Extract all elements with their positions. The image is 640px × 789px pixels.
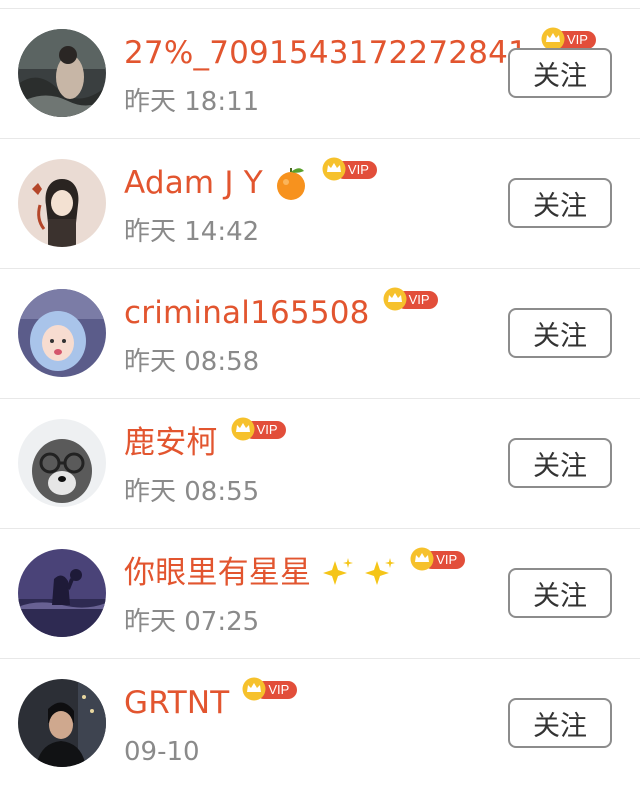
avatar[interactable] bbox=[18, 289, 106, 377]
vip-badge: VIP bbox=[321, 157, 379, 181]
avatar[interactable] bbox=[18, 679, 106, 767]
vip-badge: VIP bbox=[241, 677, 299, 701]
crown-icon bbox=[242, 677, 266, 701]
follow-button[interactable]: 关注 bbox=[508, 438, 612, 488]
timestamp: 昨天 18:11 bbox=[124, 87, 260, 117]
avatar[interactable] bbox=[18, 159, 106, 247]
crown-icon bbox=[231, 417, 255, 441]
timestamp: 昨天 08:58 bbox=[124, 347, 260, 377]
list-item[interactable]: Adam J Y VIP 昨天 14:42 关注 bbox=[0, 139, 640, 269]
follow-button[interactable]: 关注 bbox=[508, 48, 612, 98]
list-item[interactable]: GRTNT VIP 09-10 关注 bbox=[0, 659, 640, 789]
list-item[interactable]: 鹿安柯 VIP 昨天 08:55 关注 bbox=[0, 399, 640, 529]
avatar[interactable] bbox=[18, 419, 106, 507]
sparkles-emoji bbox=[321, 555, 397, 591]
crown-icon bbox=[410, 547, 434, 571]
timestamp: 昨天 07:25 bbox=[124, 607, 260, 637]
follow-button[interactable]: 关注 bbox=[508, 178, 612, 228]
list-item[interactable]: 你眼里有星星 VIP 昨天 07:25 关注 bbox=[0, 529, 640, 659]
avatar[interactable] bbox=[18, 549, 106, 637]
list-item[interactable]: 27%_7091543172272841 VIP 昨天 18:11 关注 bbox=[0, 9, 640, 139]
follow-button[interactable]: 关注 bbox=[508, 568, 612, 618]
vip-badge: VIP bbox=[230, 417, 288, 441]
follow-button[interactable]: 关注 bbox=[508, 698, 612, 748]
username[interactable]: 鹿安柯 bbox=[124, 421, 218, 465]
vip-badge: VIP bbox=[409, 547, 467, 571]
username[interactable]: Adam J Y bbox=[124, 161, 263, 205]
list-item[interactable]: criminal165508 VIP 昨天 08:58 关注 bbox=[0, 269, 640, 399]
timestamp: 09-10 bbox=[124, 737, 200, 767]
avatar[interactable] bbox=[18, 29, 106, 117]
crown-icon bbox=[383, 287, 407, 311]
timestamp: 昨天 14:42 bbox=[124, 217, 260, 247]
follower-list: 27%_7091543172272841 VIP 昨天 18:11 关注 Ada… bbox=[0, 9, 640, 789]
crown-icon bbox=[322, 157, 346, 181]
timestamp: 昨天 08:55 bbox=[124, 477, 260, 507]
tangerine-emoji bbox=[273, 165, 309, 201]
vip-badge: VIP bbox=[382, 287, 440, 311]
username[interactable]: 27%_7091543172272841 bbox=[124, 31, 528, 75]
username[interactable]: 你眼里有星星 bbox=[124, 551, 311, 595]
username[interactable]: GRTNT bbox=[124, 681, 229, 725]
username[interactable]: criminal165508 bbox=[124, 291, 370, 335]
follow-button[interactable]: 关注 bbox=[508, 308, 612, 358]
